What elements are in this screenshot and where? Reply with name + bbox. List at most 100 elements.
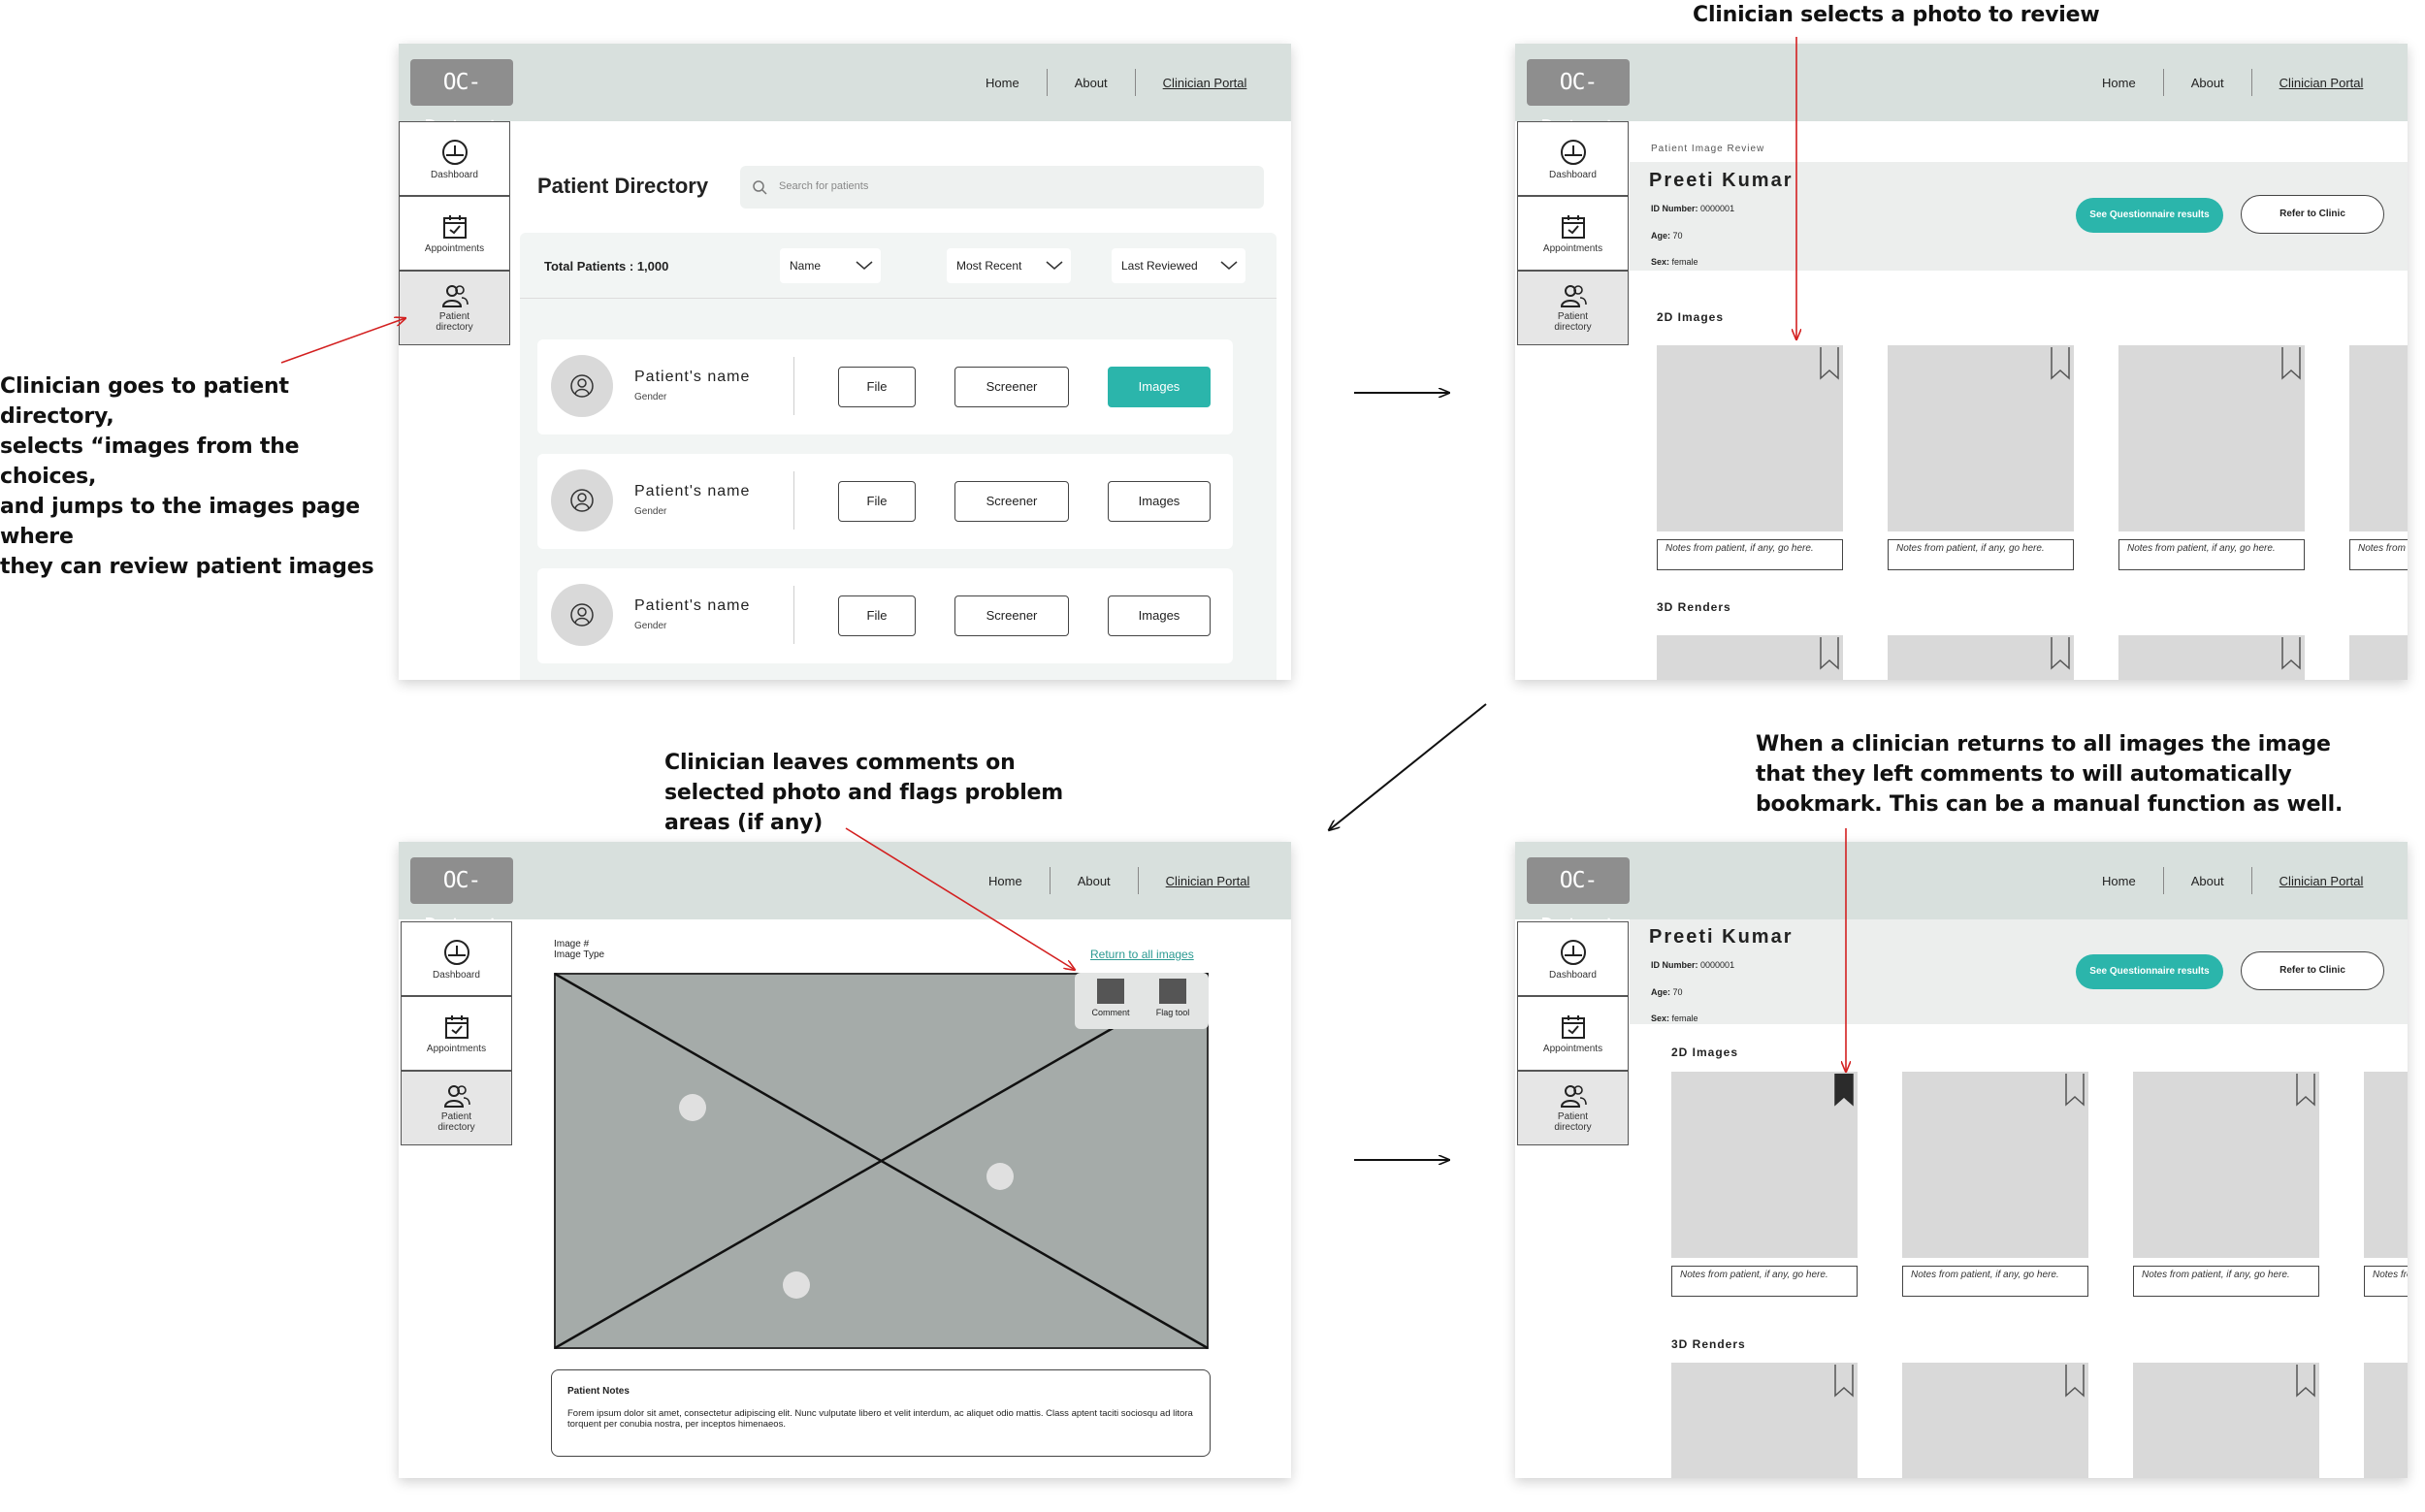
sidebar-item-patient-directory[interactable]: Patient directory — [1517, 1071, 1629, 1145]
sidebar: Dashboard Appointments Patient directory — [401, 921, 512, 1145]
render-thumbnail[interactable] — [1902, 1363, 2088, 1478]
nav-about[interactable]: About — [2191, 874, 2224, 888]
render-thumbnail[interactable] — [1671, 1363, 1858, 1478]
file-button[interactable]: File — [838, 481, 916, 522]
sidebar-item-dashboard[interactable]: Dashboard — [399, 121, 510, 196]
patient-row[interactable]: Patient's name Gender File Screener Imag… — [537, 454, 1233, 549]
sidebar-item-patient-directory[interactable]: Patient directory — [401, 1071, 512, 1145]
patient-note-field[interactable]: Notes from patient, if any, go here. — [2118, 539, 2305, 570]
file-button[interactable]: File — [838, 367, 916, 407]
patient-row[interactable]: Patient's name Gender File Screener Imag… — [537, 339, 1233, 434]
nav-home[interactable]: Home — [988, 874, 1022, 888]
bookmark-filled-icon[interactable] — [1834, 1074, 1854, 1107]
patient-gender: Gender — [634, 392, 667, 402]
sidebar-item-appointments[interactable]: Appointments — [1517, 996, 1629, 1071]
patient-id: ID Number: 0000001 — [1651, 960, 1734, 970]
render-thumbnail[interactable] — [2364, 1363, 2408, 1478]
age-value: 70 — [1672, 231, 1683, 241]
refer-button[interactable]: Refer to Clinic — [2241, 195, 2384, 234]
search-input[interactable]: Search for patients — [740, 166, 1264, 209]
screener-button[interactable]: Screener — [954, 481, 1069, 522]
images-button[interactable]: Images — [1108, 595, 1211, 636]
top-bar: OC-Detect Home About Clinician Portal — [399, 44, 1291, 142]
patient-note-field[interactable]: Notes from patient, if any, go here. — [2349, 539, 2408, 570]
images-button[interactable]: Images — [1108, 481, 1211, 522]
comment-tool[interactable]: Comment — [1084, 979, 1137, 1023]
nav-clinician-portal[interactable]: Clinician Portal — [1166, 874, 1250, 888]
patient-note-field[interactable]: Notes from patient, if any, go here. — [1657, 539, 1843, 570]
nav-clinician-portal[interactable]: Clinician Portal — [2280, 874, 2364, 888]
render-thumbnail[interactable] — [1888, 635, 2074, 680]
image-thumbnail[interactable] — [1657, 345, 1843, 531]
refer-button[interactable]: Refer to Clinic — [2241, 951, 2384, 990]
render-thumbnail[interactable] — [2133, 1363, 2319, 1478]
patient-note-field[interactable]: Notes from patient, if any, go here. — [2133, 1266, 2319, 1297]
bookmark-icon[interactable] — [2065, 1074, 2085, 1107]
file-button[interactable]: File — [838, 595, 916, 636]
image-thumbnail[interactable] — [2364, 1072, 2408, 1258]
bookmark-icon[interactable] — [2281, 637, 2301, 670]
nav-about[interactable]: About — [2191, 76, 2224, 90]
bookmark-icon[interactable] — [1820, 347, 1839, 380]
nav-home[interactable]: Home — [986, 76, 1019, 90]
patient-note-field[interactable]: Notes from patient, if any, go here. — [1671, 1266, 1858, 1297]
image-thumbnail[interactable] — [1888, 345, 2074, 531]
logo[interactable]: OC-Detect — [410, 857, 513, 940]
image-thumbnail[interactable] — [2349, 345, 2408, 531]
flag-tool[interactable]: Flag tool — [1145, 979, 1201, 1023]
return-link[interactable]: Return to all images — [1090, 948, 1194, 961]
filter-most-recent[interactable]: Most Recent — [947, 248, 1071, 283]
sidebar-item-appointments[interactable]: Appointments — [1517, 196, 1629, 271]
screener-button[interactable]: Screener — [954, 595, 1069, 636]
image-thumbnail[interactable] — [1902, 1072, 2088, 1258]
bookmark-icon[interactable] — [2051, 637, 2070, 670]
bookmark-icon[interactable] — [1820, 637, 1839, 670]
patient-note-field[interactable]: Notes from patient, if any, go here. — [1888, 539, 2074, 570]
logo[interactable]: OC-Detect — [1527, 59, 1630, 142]
users-icon — [1560, 285, 1587, 307]
sidebar-item-appointments[interactable]: Appointments — [401, 996, 512, 1071]
nav-about[interactable]: About — [1078, 874, 1111, 888]
nav-clinician-portal[interactable]: Clinician Portal — [1163, 76, 1247, 90]
image-thumbnail[interactable] — [2133, 1072, 2319, 1258]
bookmark-icon[interactable] — [2065, 1365, 2085, 1398]
image-placeholder[interactable] — [554, 973, 1209, 1349]
red-arrow-directory — [280, 318, 405, 364]
sidebar-item-patient-directory[interactable]: Patient directory — [1517, 271, 1629, 345]
logo[interactable]: OC-Detect — [1527, 857, 1630, 940]
filter-last-reviewed[interactable]: Last Reviewed — [1112, 248, 1245, 283]
tool-label: Comment — [1091, 1008, 1130, 1017]
nav-home[interactable]: Home — [2102, 76, 2136, 90]
render-thumbnail[interactable] — [2349, 635, 2408, 680]
bookmark-icon[interactable] — [1834, 1365, 1854, 1398]
sidebar-item-patient-directory[interactable]: Patient directory — [399, 271, 510, 345]
image-thumbnail[interactable] — [2118, 345, 2305, 531]
bookmark-icon[interactable] — [2296, 1365, 2315, 1398]
bookmark-icon[interactable] — [2051, 347, 2070, 380]
render-thumbnail[interactable] — [2118, 635, 2305, 680]
bookmark-icon[interactable] — [2281, 347, 2301, 380]
sidebar-label: directory — [1554, 322, 1592, 333]
sidebar-item-dashboard[interactable]: Dashboard — [1517, 121, 1629, 196]
render-thumbnail[interactable] — [1657, 635, 1843, 680]
tool-label: Flag tool — [1155, 1008, 1190, 1017]
image-thumbnail[interactable] — [1671, 1072, 1858, 1258]
nav-home[interactable]: Home — [2102, 874, 2136, 888]
filter-name[interactable]: Name — [780, 248, 881, 283]
patient-note-field[interactable]: Notes from patient, if any, go here. — [2364, 1266, 2408, 1297]
patient-row[interactable]: Patient's name Gender File Screener Imag… — [537, 568, 1233, 663]
bookmark-icon[interactable] — [2296, 1074, 2315, 1107]
patient-note-field[interactable]: Notes from patient, if any, go here. — [1902, 1266, 2088, 1297]
section-3d-renders: 3D Renders — [1671, 1337, 1746, 1351]
sidebar-item-dashboard[interactable]: Dashboard — [1517, 921, 1629, 996]
nav-clinician-portal[interactable]: Clinician Portal — [2280, 76, 2364, 90]
logo[interactable]: OC-Detect — [410, 59, 513, 142]
screener-button[interactable]: Screener — [954, 367, 1069, 407]
chevron-down-icon — [1220, 261, 1238, 270]
sidebar-item-dashboard[interactable]: Dashboard — [401, 921, 512, 996]
nav-about[interactable]: About — [1075, 76, 1108, 90]
images-button[interactable]: Images — [1108, 367, 1211, 407]
questionnaire-button[interactable]: See Questionnaire results — [2076, 198, 2223, 233]
sidebar-item-appointments[interactable]: Appointments — [399, 196, 510, 271]
questionnaire-button[interactable]: See Questionnaire results — [2076, 954, 2223, 989]
